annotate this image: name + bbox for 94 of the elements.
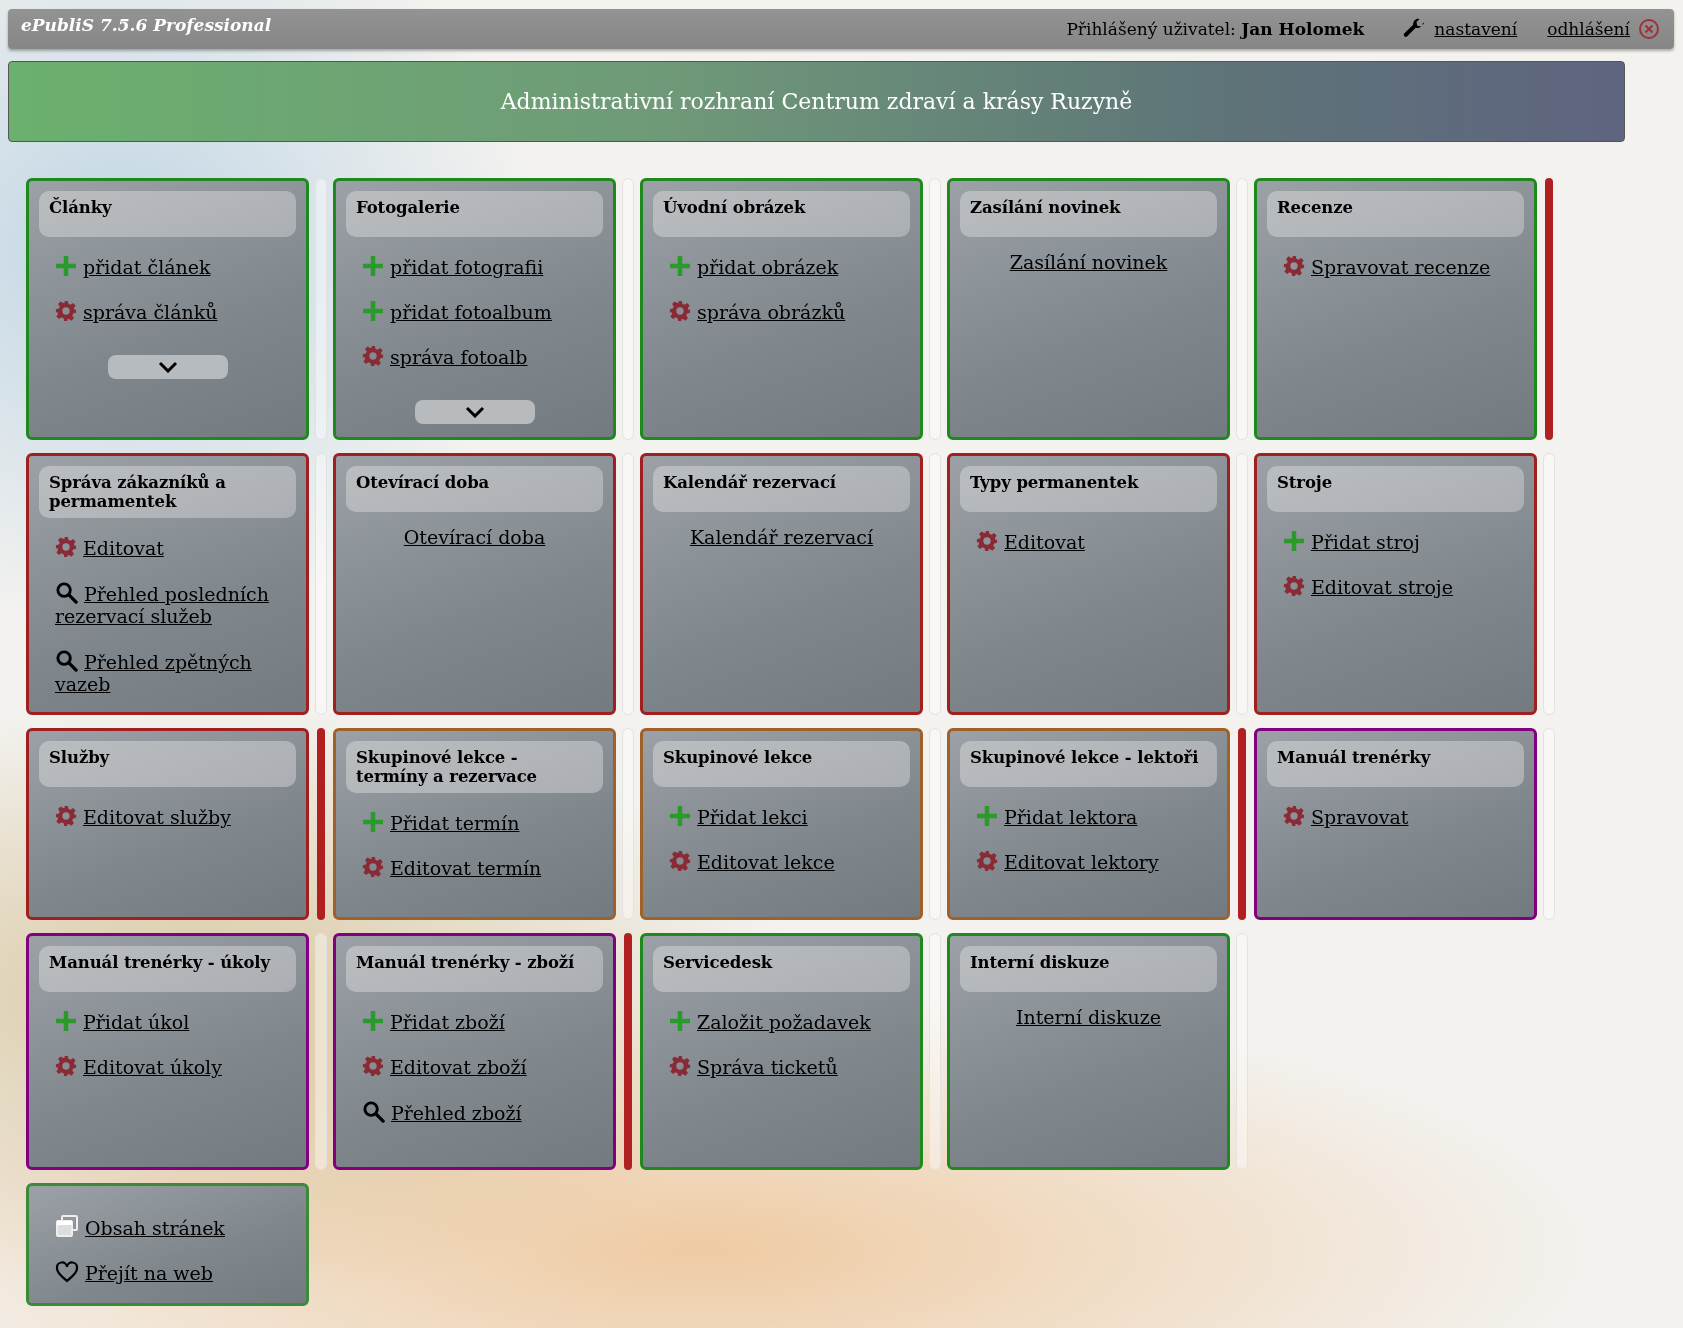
card-link[interactable]: Přidat termín (362, 811, 603, 834)
search-icon (55, 581, 78, 604)
tile-title: Recenze (1267, 191, 1524, 237)
gear-icon (669, 300, 691, 322)
card-link[interactable]: Spravovat (1283, 805, 1524, 828)
windows-icon (55, 1214, 79, 1238)
card-link[interactable]: Kalendář rezervací (669, 526, 910, 548)
tile-title: Stroje (1267, 466, 1524, 512)
card-link[interactable]: Otevírací doba (362, 526, 603, 548)
card-link[interactable]: správa obrázků (669, 300, 910, 323)
gear-icon (362, 345, 384, 367)
card-link[interactable]: Editovat (976, 530, 1217, 553)
plus-icon (362, 1010, 384, 1032)
tile-title: Kalendář rezervací (653, 466, 910, 512)
card-link[interactable]: Interní diskuze (976, 1006, 1217, 1028)
plus-icon (669, 1010, 691, 1032)
card-link[interactable]: Editovat lektory (976, 850, 1217, 873)
tile-title: Správa zákazníků a permamentek (39, 466, 296, 518)
card-link[interactable]: Editovat služby (55, 805, 296, 828)
card-link[interactable]: Editovat zboží (362, 1055, 603, 1078)
tile-title: Zasílání novinek (960, 191, 1217, 237)
tile-title: Fotogalerie (346, 191, 603, 237)
tile-title: Interní diskuze (960, 946, 1217, 992)
card-link[interactable]: správa fotoalb (362, 345, 603, 368)
banner-title: Administrativní rozhraní Centrum zdraví a krásy Ruzyně (500, 89, 1133, 114)
card-link[interactable]: Editovat stroje (1283, 575, 1524, 598)
expand-button[interactable] (107, 355, 228, 379)
plus-icon (362, 300, 384, 322)
settings-link[interactable]: nastavení (1434, 19, 1518, 39)
card-link[interactable]: přidat fotoalbum (362, 300, 603, 323)
gear-icon (669, 1055, 691, 1077)
search-icon (55, 649, 78, 672)
tile-title: Servicedesk (653, 946, 910, 992)
plus-icon (1283, 530, 1305, 552)
heart-icon (55, 1261, 79, 1283)
card-link[interactable]: Založit požadavek (669, 1010, 910, 1033)
plus-icon (55, 255, 77, 277)
tile-title: Služby (39, 741, 296, 787)
tile-title: Skupinové lekce - termíny a rezervace (346, 741, 603, 793)
card-link[interactable]: Přidat stroj (1283, 530, 1524, 553)
plus-icon (669, 805, 691, 827)
logged-user-text: Přihlášený uživatel: Jan Holomek (1066, 19, 1365, 39)
tile-title: Skupinové lekce - lektoři (960, 741, 1217, 787)
card-link[interactable]: Přejít na web (55, 1261, 296, 1284)
card-link[interactable]: přidat obrázek (669, 255, 910, 278)
plus-icon (362, 811, 384, 833)
app-title: ePubliS 7.5.6 Professional (21, 15, 272, 35)
card-link[interactable]: Správa ticketů (669, 1055, 910, 1078)
tile-title: Manuál trenérky (1267, 741, 1524, 787)
gear-icon (55, 300, 77, 322)
gear-icon (55, 1055, 77, 1077)
tile-title: Otevírací doba (346, 466, 603, 512)
card-link[interactable]: Přehled posledních rezervací služeb (55, 581, 296, 627)
chevron-down-icon (157, 361, 178, 373)
card-link[interactable]: Editovat termín (362, 856, 603, 879)
search-icon (362, 1100, 385, 1123)
logout-link[interactable]: odhlášení (1547, 19, 1630, 39)
plus-icon (976, 805, 998, 827)
gear-icon (1283, 805, 1305, 827)
card-link[interactable]: Spravovat recenze (1283, 255, 1524, 278)
gear-icon (1283, 255, 1305, 277)
card-link[interactable]: Zasílání novinek (976, 251, 1217, 273)
card-link[interactable]: Přidat lektora (976, 805, 1217, 828)
chevron-down-icon (464, 406, 485, 418)
card-link[interactable]: Přidat úkol (55, 1010, 296, 1033)
card-link[interactable]: Přidat lekci (669, 805, 910, 828)
card-link[interactable]: Přehled zpětných vazeb (55, 649, 296, 695)
tile-title: Manuál trenérky - úkoly (39, 946, 296, 992)
tile-title: Manuál trenérky - zboží (346, 946, 603, 992)
gear-icon (1283, 575, 1305, 597)
gear-icon (976, 530, 998, 552)
gear-icon (669, 850, 691, 872)
card-link[interactable]: Přehled zboží (362, 1100, 603, 1124)
plus-icon (55, 1010, 77, 1032)
plus-icon (362, 255, 384, 277)
card-link[interactable]: Obsah stránek (55, 1214, 296, 1239)
tile-title: Články (39, 191, 296, 237)
card-link[interactable]: Editovat lekce (669, 850, 910, 873)
tile-title: Skupinové lekce (653, 741, 910, 787)
plus-icon (669, 255, 691, 277)
gear-icon (55, 536, 77, 558)
card-link[interactable]: Editovat (55, 536, 296, 559)
gear-icon (55, 805, 77, 827)
gear-icon (976, 850, 998, 872)
tile-title: Úvodní obrázek (653, 191, 910, 237)
card-link[interactable]: Editovat úkoly (55, 1055, 296, 1078)
tile-title: Typy permanentek (960, 466, 1217, 512)
gear-icon (362, 1055, 384, 1077)
card-link[interactable]: Přidat zboží (362, 1010, 603, 1033)
expand-button[interactable] (414, 400, 535, 424)
gear-icon (362, 856, 384, 878)
card-link[interactable]: přidat fotografii (362, 255, 603, 278)
card-link[interactable]: správa článků (55, 300, 296, 323)
card-link[interactable]: přidat článek (55, 255, 296, 278)
